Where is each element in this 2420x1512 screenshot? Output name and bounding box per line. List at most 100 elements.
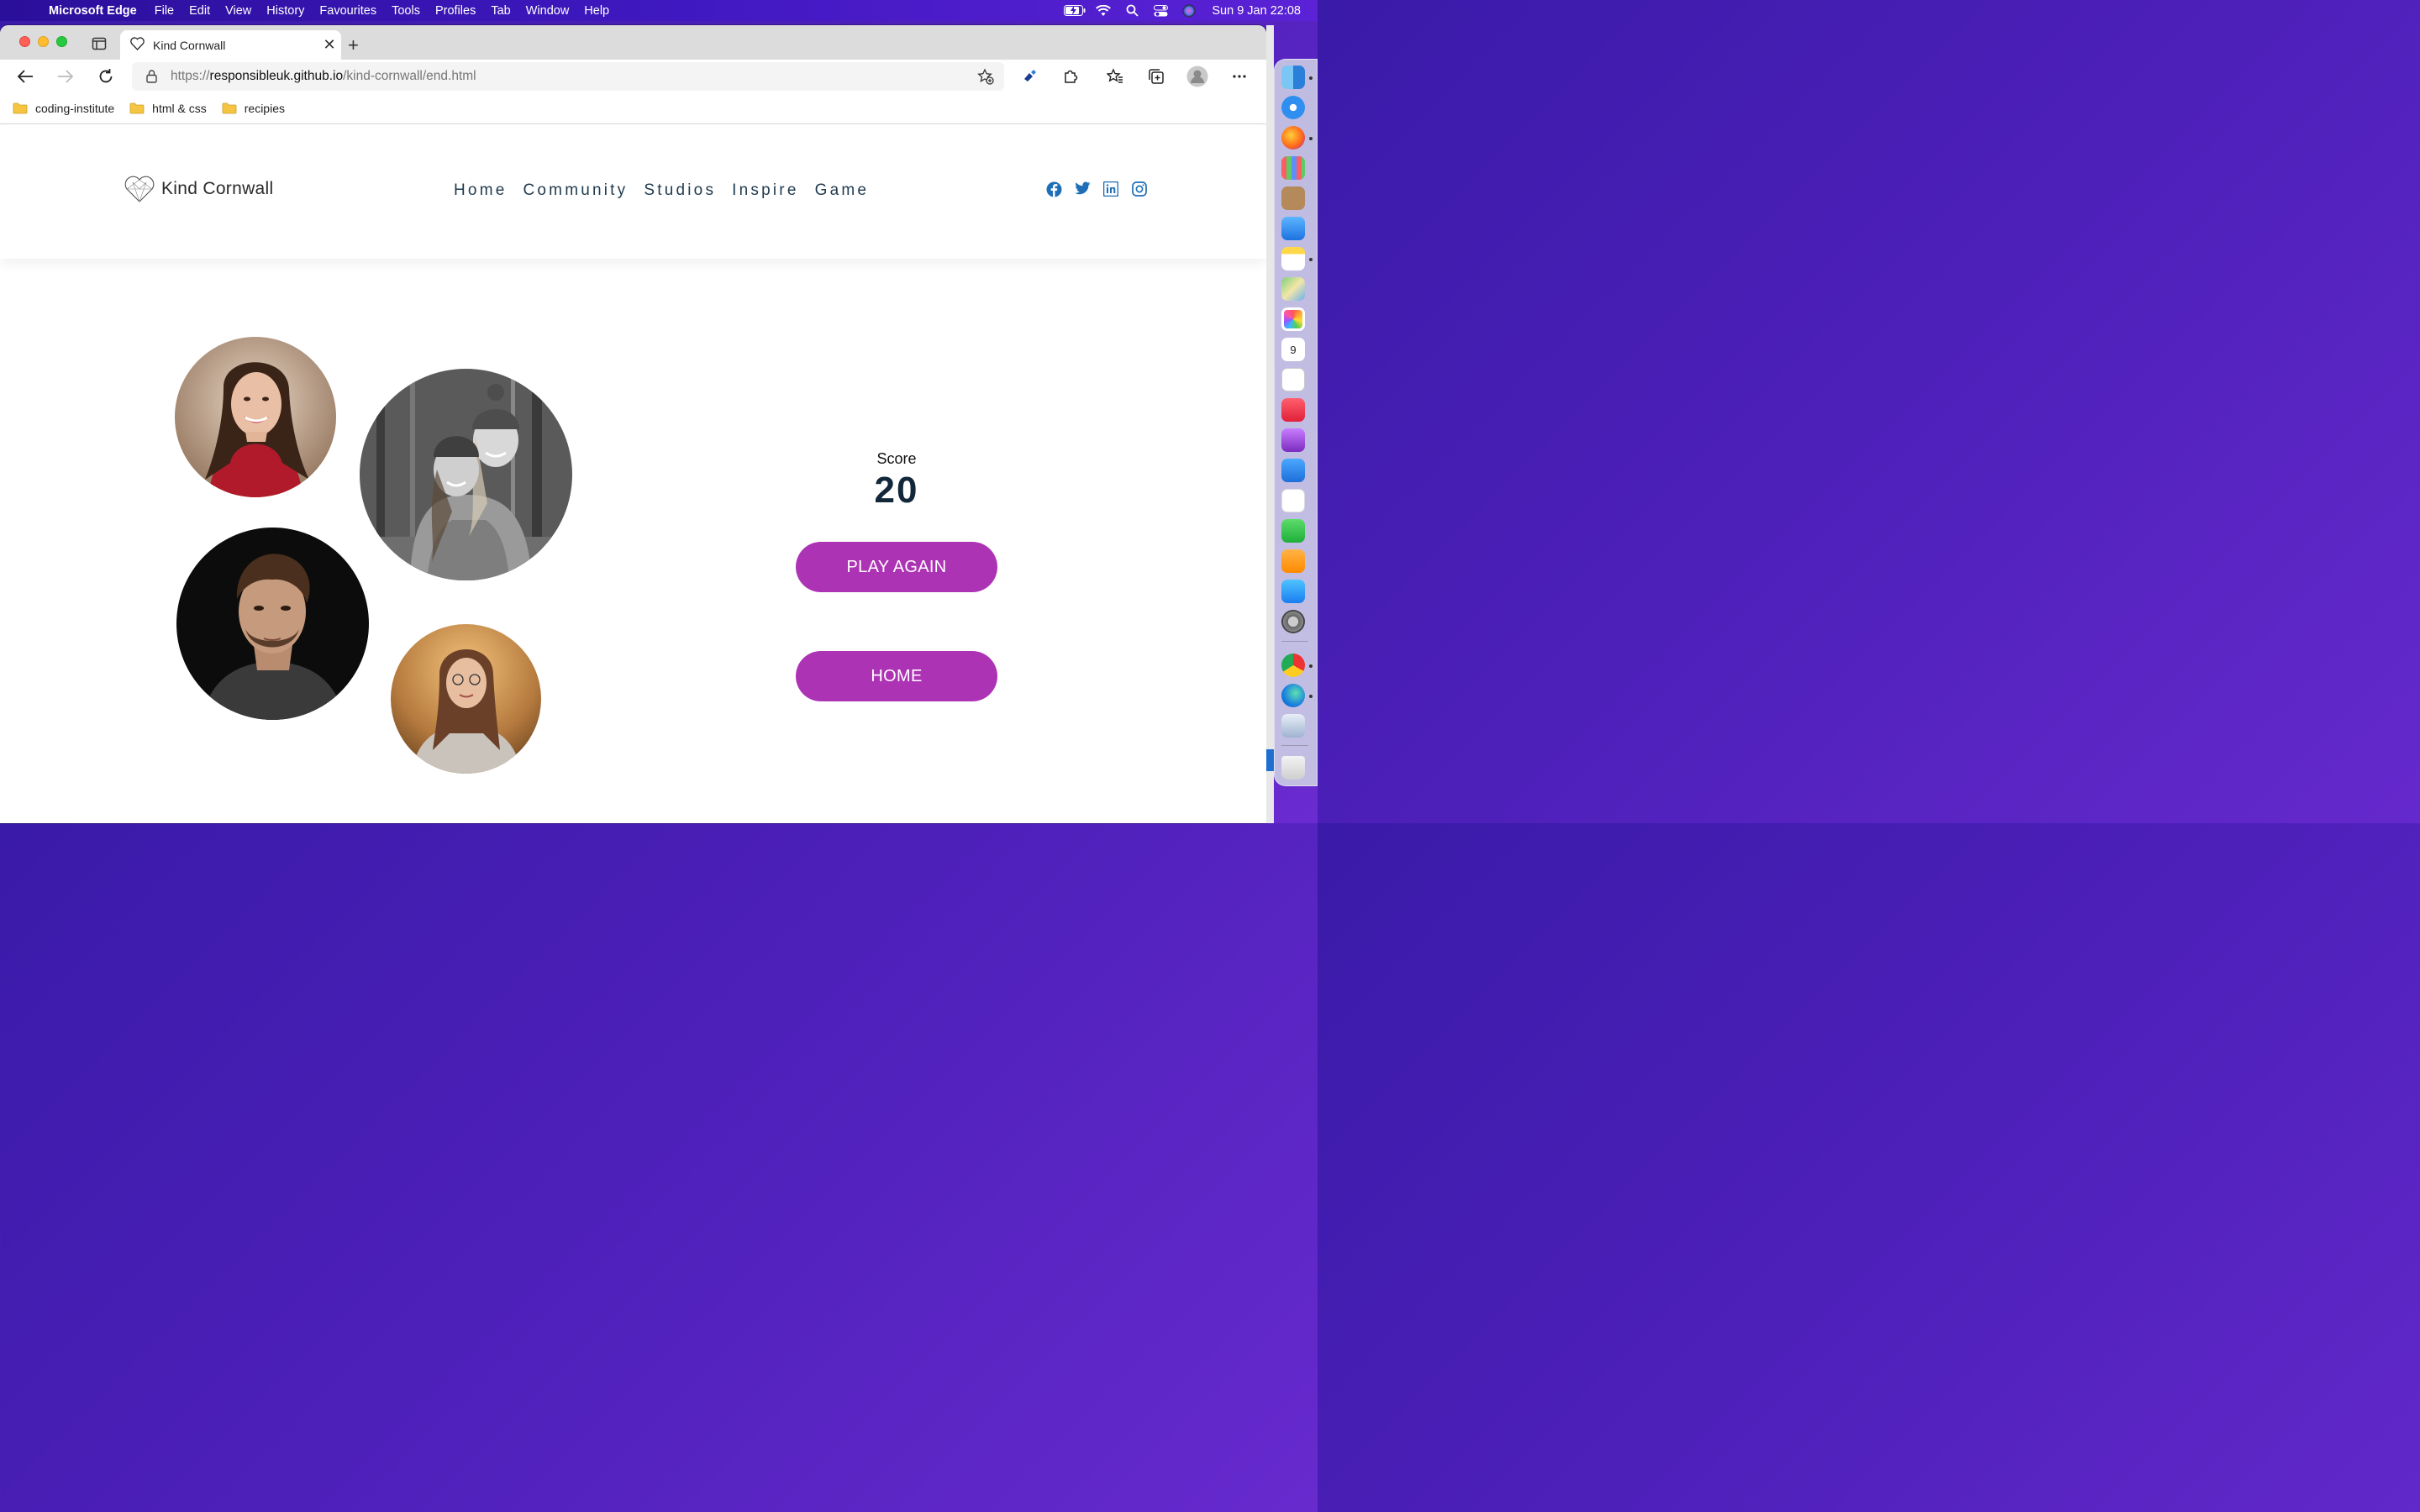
score-label: Score bbox=[876, 450, 917, 467]
macos-dock: 9 bbox=[1274, 59, 1318, 786]
numbers-icon[interactable] bbox=[1281, 519, 1305, 543]
calendar-icon[interactable]: 9 bbox=[1281, 338, 1305, 361]
twitter-icon[interactable] bbox=[1075, 181, 1091, 197]
safari-icon[interactable] bbox=[1281, 96, 1305, 119]
siri-icon[interactable] bbox=[1175, 4, 1203, 18]
running-indicator bbox=[1309, 258, 1313, 261]
nav-community[interactable]: Community bbox=[523, 181, 628, 200]
tab-kind-cornwall[interactable]: Kind Cornwall ✕ bbox=[120, 30, 341, 60]
system-preferences-icon[interactable] bbox=[1281, 610, 1305, 633]
pages-icon[interactable] bbox=[1281, 549, 1305, 573]
menu-tab[interactable]: Tab bbox=[483, 4, 518, 18]
collections-icon[interactable] bbox=[1147, 67, 1165, 86]
browser-window: Kind Cornwall ✕ + https://responsibleuk.… bbox=[0, 25, 1266, 823]
background-window-edge bbox=[1266, 25, 1274, 823]
url-scheme: https:// bbox=[171, 69, 210, 83]
instagram-icon[interactable] bbox=[1132, 181, 1148, 197]
photos-icon[interactable] bbox=[1281, 307, 1305, 331]
extension-pen-icon[interactable] bbox=[1020, 67, 1039, 86]
address-bar[interactable]: https://responsibleuk.github.io/kind-cor… bbox=[132, 62, 1004, 91]
keynote-icon[interactable] bbox=[1281, 459, 1305, 482]
music-icon[interactable] bbox=[1281, 398, 1305, 422]
menu-help[interactable]: Help bbox=[576, 4, 617, 18]
nav-home[interactable]: Home bbox=[454, 181, 507, 200]
edge-icon[interactable] bbox=[1281, 684, 1305, 707]
trash-icon[interactable] bbox=[1281, 756, 1305, 780]
site-logo[interactable]: Kind Cornwall bbox=[124, 175, 273, 203]
new-tab-icon[interactable]: + bbox=[348, 34, 359, 56]
heart-favicon-icon bbox=[130, 37, 145, 53]
app-store-icon[interactable] bbox=[1281, 580, 1305, 603]
linkedin-icon[interactable] bbox=[1102, 181, 1119, 197]
forward-icon[interactable] bbox=[56, 67, 75, 86]
nav-game[interactable]: Game bbox=[815, 181, 870, 200]
menu-view[interactable]: View bbox=[218, 4, 259, 18]
menu-app-name[interactable]: Microsoft Edge bbox=[49, 4, 147, 18]
spotlight-search-icon[interactable] bbox=[1118, 4, 1146, 17]
bookmarks-bar: coding-institute html & css recipies bbox=[0, 93, 1266, 124]
close-window-button[interactable] bbox=[19, 36, 30, 47]
portrait-woman-red-sweater-photo bbox=[175, 337, 336, 497]
play-again-button[interactable]: PLAY AGAIN bbox=[796, 542, 997, 592]
menu-history[interactable]: History bbox=[259, 4, 312, 18]
home-button[interactable]: HOME bbox=[796, 651, 997, 701]
preview-icon[interactable] bbox=[1281, 714, 1305, 738]
add-favourite-icon[interactable] bbox=[977, 68, 994, 89]
nav-studios[interactable]: Studios bbox=[644, 181, 716, 200]
extensions-icon[interactable] bbox=[1061, 67, 1080, 86]
favourites-icon[interactable] bbox=[1106, 67, 1124, 86]
heart-logo-icon bbox=[124, 176, 155, 202]
refresh-icon[interactable] bbox=[97, 67, 115, 86]
notes-icon[interactable] bbox=[1281, 247, 1305, 270]
web-page: Kind Cornwall Home Community Studios Ins… bbox=[0, 124, 1266, 823]
menu-profiles[interactable]: Profiles bbox=[428, 4, 483, 18]
menu-file[interactable]: File bbox=[147, 4, 182, 18]
window-controls bbox=[19, 36, 67, 47]
tab-strip: Kind Cornwall ✕ + bbox=[0, 25, 1266, 60]
two-friends-hugging-bw-photo bbox=[360, 369, 572, 580]
menubar-clock[interactable]: Sun 9 Jan 22:08 bbox=[1203, 4, 1318, 18]
battery-charging-icon[interactable] bbox=[1060, 5, 1089, 16]
more-options-icon[interactable] bbox=[1230, 67, 1249, 86]
score-value: 20 bbox=[874, 470, 919, 511]
finder-icon[interactable] bbox=[1281, 66, 1305, 89]
chrome-icon[interactable] bbox=[1281, 654, 1305, 677]
portrait-woman-glasses-autumn-photo bbox=[391, 624, 541, 774]
minimize-window-button[interactable] bbox=[38, 36, 49, 47]
launchpad-icon[interactable] bbox=[1281, 156, 1305, 180]
podcasts-icon[interactable] bbox=[1281, 428, 1305, 452]
bookmark-recipies[interactable]: recipies bbox=[222, 102, 285, 115]
bookmark-coding-institute[interactable]: coding-institute bbox=[13, 102, 114, 115]
close-tab-icon[interactable]: ✕ bbox=[318, 36, 341, 54]
contacts-icon[interactable] bbox=[1281, 186, 1305, 210]
facebook-icon[interactable] bbox=[1046, 181, 1062, 197]
bookmark-html-css[interactable]: html & css bbox=[129, 102, 207, 115]
tab-title: Kind Cornwall bbox=[153, 38, 226, 52]
zoom-window-button[interactable] bbox=[56, 36, 67, 47]
menu-favourites[interactable]: Favourites bbox=[312, 4, 384, 18]
firefox-icon[interactable] bbox=[1281, 126, 1305, 150]
control-center-icon[interactable] bbox=[1146, 4, 1175, 17]
running-indicator bbox=[1309, 76, 1313, 80]
running-indicator bbox=[1309, 695, 1313, 698]
reminders-icon[interactable] bbox=[1281, 368, 1305, 391]
bookmark-label: recipies bbox=[244, 102, 285, 115]
maps-icon[interactable] bbox=[1281, 277, 1305, 301]
menu-window[interactable]: Window bbox=[518, 4, 577, 18]
folder-icon bbox=[13, 102, 28, 114]
lock-icon[interactable] bbox=[132, 70, 171, 83]
social-links bbox=[1046, 181, 1148, 197]
browser-toolbar: https://responsibleuk.github.io/kind-cor… bbox=[0, 60, 1266, 93]
news-icon[interactable] bbox=[1281, 489, 1305, 512]
menu-edit[interactable]: Edit bbox=[182, 4, 218, 18]
folder-icon bbox=[222, 102, 237, 114]
back-icon[interactable] bbox=[16, 67, 34, 86]
wifi-icon[interactable] bbox=[1089, 4, 1118, 17]
tab-actions-icon[interactable] bbox=[92, 36, 107, 51]
mail-icon[interactable] bbox=[1281, 217, 1305, 240]
nav-inspire[interactable]: Inspire bbox=[732, 181, 798, 200]
profile-avatar-icon[interactable] bbox=[1186, 66, 1208, 87]
folder-icon bbox=[129, 102, 145, 114]
dock-separator bbox=[1281, 745, 1308, 746]
menu-tools[interactable]: Tools bbox=[384, 4, 428, 18]
